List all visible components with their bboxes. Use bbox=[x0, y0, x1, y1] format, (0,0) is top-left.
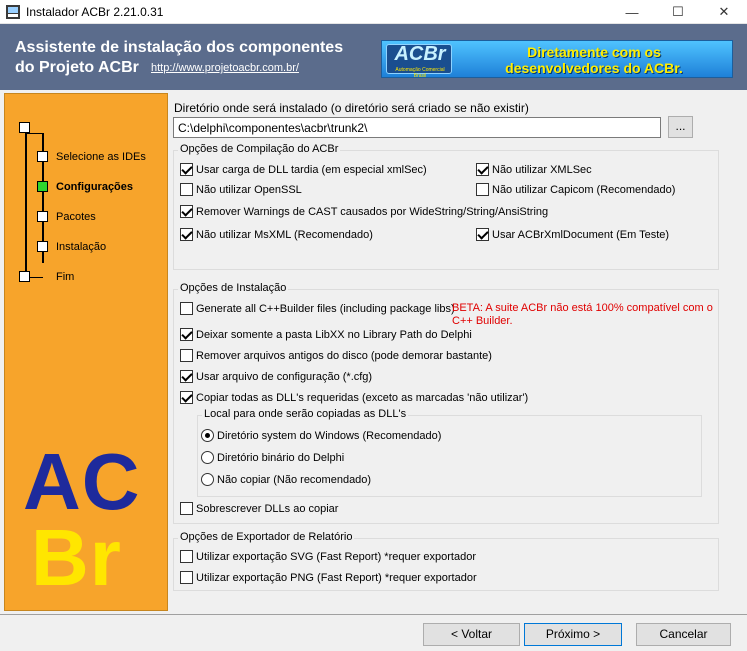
step-node-ides bbox=[37, 151, 48, 162]
acbr-logo-ac: AC bbox=[23, 437, 141, 526]
checkbox[interactable] bbox=[180, 183, 193, 196]
steps-panel: Selecione as IDEs Configurações Pacotes … bbox=[4, 93, 168, 611]
radio-button[interactable] bbox=[201, 451, 214, 464]
checkbox[interactable] bbox=[180, 550, 193, 563]
title-bar: Instalador ACBr 2.21.0.31 — ☐ ✕ bbox=[0, 0, 747, 24]
install-dir-input[interactable]: C:\delphi\componentes\acbr\trunk2\ bbox=[173, 117, 661, 138]
option-delay-load-dll[interactable]: Usar carga de DLL tardia (em especial xm… bbox=[180, 163, 427, 176]
option-acbr-xml-document[interactable]: Usar ACBrXmlDocument (Em Teste) bbox=[476, 228, 669, 241]
checkbox[interactable] bbox=[180, 370, 193, 383]
acbr-banner-logo: ACBr Automação Comercial Brasil bbox=[386, 43, 452, 79]
checkbox[interactable] bbox=[180, 391, 193, 404]
close-button[interactable]: ✕ bbox=[701, 0, 747, 24]
radio-windows-system[interactable]: Diretório system do Windows (Recomendado… bbox=[201, 429, 441, 442]
step-node-instalacao bbox=[37, 241, 48, 252]
radio-button[interactable] bbox=[201, 473, 214, 486]
checkbox[interactable] bbox=[180, 163, 193, 176]
maximize-button[interactable]: ☐ bbox=[655, 0, 701, 24]
tree-line-vertical bbox=[25, 129, 27, 277]
option-libxx-only[interactable]: Deixar somente a pasta LibXX no Library … bbox=[180, 328, 472, 341]
acbr-banner[interactable]: ACBr Automação Comercial Brasil Diretame… bbox=[381, 40, 733, 79]
browse-button[interactable]: ... bbox=[668, 116, 693, 138]
step-node-configuracoes bbox=[37, 181, 48, 192]
wizard-header: Assistente de instalação dos componentes… bbox=[0, 24, 747, 90]
step-label-fim: Fim bbox=[56, 271, 75, 283]
step-node-pacotes bbox=[37, 211, 48, 222]
option-no-openssl[interactable]: Não utilizar OpenSSL bbox=[180, 183, 302, 196]
minimize-button[interactable]: — bbox=[609, 0, 655, 24]
tree-root-node bbox=[19, 122, 30, 133]
app-icon bbox=[6, 5, 20, 19]
next-button[interactable]: Próximo > bbox=[524, 623, 622, 646]
footer-separator bbox=[0, 614, 747, 615]
option-overwrite-dlls[interactable]: Sobrescrever DLLs ao copiar bbox=[180, 502, 338, 515]
option-remove-old-files[interactable]: Remover arquivos antigos do disco (pode … bbox=[180, 349, 492, 362]
checkbox[interactable] bbox=[180, 302, 193, 315]
banner-text: Diretamente com os desenvolvedores do AC… bbox=[505, 44, 683, 76]
option-remove-cast-warnings[interactable]: Remover Warnings de CAST causados por Wi… bbox=[180, 205, 548, 218]
beta-warning: BETA: A suite ACBr não está 100% compatí… bbox=[452, 302, 713, 327]
option-export-png[interactable]: Utilizar exportação PNG (Fast Report) *r… bbox=[180, 571, 477, 584]
step-label-configuracoes: Configurações bbox=[56, 181, 134, 193]
option-no-capicom[interactable]: Não utilizar Capicom (Recomendado) bbox=[476, 183, 675, 196]
checkbox[interactable] bbox=[180, 205, 193, 218]
project-link[interactable]: http://www.projetoacbr.com.br/ bbox=[151, 62, 299, 74]
checkbox[interactable] bbox=[180, 502, 193, 515]
option-no-xmlsec[interactable]: Não utilizar XMLSec bbox=[476, 163, 592, 176]
radio-delphi-bin[interactable]: Diretório binário do Delphi bbox=[201, 451, 344, 464]
radio-button[interactable] bbox=[201, 429, 214, 442]
checkbox[interactable] bbox=[180, 571, 193, 584]
checkbox[interactable] bbox=[476, 183, 489, 196]
install-options-legend: Opções de Instalação bbox=[178, 282, 289, 294]
radio-no-copy[interactable]: Não copiar (Não recomendado) bbox=[201, 473, 371, 486]
checkbox[interactable] bbox=[180, 328, 193, 341]
checkbox[interactable] bbox=[476, 228, 489, 241]
tree-line-branch bbox=[25, 133, 43, 134]
checkbox[interactable] bbox=[180, 349, 193, 362]
step-node-fim bbox=[19, 271, 30, 282]
window-title: Instalador ACBr 2.21.0.31 bbox=[26, 5, 164, 19]
option-cppbuilder-files[interactable]: Generate all C++Builder files (including… bbox=[180, 302, 455, 315]
acbr-logo-br: Br bbox=[31, 513, 122, 602]
step-label-ides: Selecione as IDEs bbox=[56, 151, 146, 163]
cancel-button[interactable]: Cancelar bbox=[636, 623, 731, 646]
option-copy-dlls[interactable]: Copiar todas as DLL's requeridas (exceto… bbox=[180, 391, 528, 404]
option-no-msxml[interactable]: Não utilizar MsXML (Recomendado) bbox=[180, 228, 373, 241]
export-options-legend: Opções de Exportador de Relatório bbox=[178, 531, 355, 543]
install-dir-label: Diretório onde será instalado (o diretór… bbox=[174, 101, 529, 115]
compile-options-legend: Opções de Compilação do ACBr bbox=[178, 143, 341, 155]
step-label-pacotes: Pacotes bbox=[56, 211, 96, 223]
back-button[interactable]: < Voltar bbox=[423, 623, 520, 646]
dll-location-legend: Local para onde serão copiadas as DLL's bbox=[202, 408, 409, 420]
checkbox[interactable] bbox=[476, 163, 489, 176]
checkbox[interactable] bbox=[180, 228, 193, 241]
step-label-instalacao: Instalação bbox=[56, 241, 107, 253]
option-export-svg[interactable]: Utilizar exportação SVG (Fast Report) *r… bbox=[180, 550, 476, 563]
option-use-cfg[interactable]: Usar arquivo de configuração (*.cfg) bbox=[180, 370, 372, 383]
